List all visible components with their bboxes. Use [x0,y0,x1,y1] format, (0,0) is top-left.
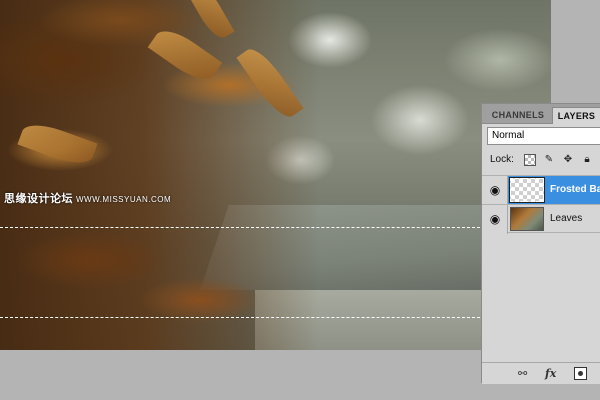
tab-channels[interactable]: CHANNELS [486,107,550,124]
document-canvas[interactable]: 思缘设计论坛 WWW.MISSYUAN.COM [0,0,551,350]
layer-name[interactable]: Frosted Ba [550,184,600,195]
visibility-toggle[interactable]: ◉ [482,205,508,234]
watermark: 思缘设计论坛 WWW.MISSYUAN.COM [4,190,171,206]
mask-icon[interactable] [574,367,587,380]
visibility-toggle[interactable]: ◉ [482,176,508,205]
eye-icon: ◉ [489,183,501,197]
layer-thumbnail [509,177,545,203]
link-icon[interactable]: ⚯ [518,367,527,381]
fx-icon[interactable]: fx [545,367,556,381]
panel-footer: ⚯ fx [482,362,600,384]
layer-row-frosted[interactable]: ◉ Frosted Ba [482,175,600,205]
lock-transparency-icon[interactable] [524,154,536,166]
watermark-site: WWW.MISSYUAN.COM [76,195,172,204]
layer-thumbnail [510,207,544,231]
tab-layers[interactable]: LAYERS [552,107,600,124]
lock-pixels-icon[interactable]: ✎ [543,154,555,166]
selection-marquee-bottom [0,317,480,318]
layer-name[interactable]: Leaves [550,213,600,224]
lock-label: Lock: [490,154,514,165]
layers-panel: CHANNELS LAYERS Normal Lock: ✎ ✥ 🔒︎ ◉ Fr… [481,103,600,384]
watermark-text: 思缘设计论坛 [4,193,73,205]
photoshop-window: 思缘设计论坛 WWW.MISSYUAN.COM CHANNELS LAYERS N… [0,0,600,400]
selection-marquee-top [0,227,480,228]
layer-row-leaves[interactable]: ◉ Leaves [482,204,600,234]
blend-mode-select[interactable]: Normal [487,127,600,145]
panel-tabs: CHANNELS LAYERS [482,104,600,124]
lock-position-icon[interactable]: ✥ [562,154,574,166]
eye-icon: ◉ [489,212,501,226]
lock-all-icon[interactable]: 🔒︎ [581,154,593,166]
